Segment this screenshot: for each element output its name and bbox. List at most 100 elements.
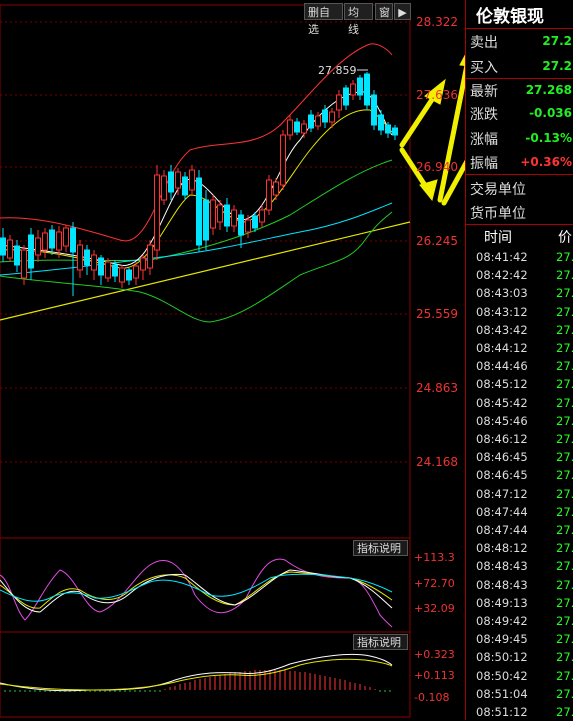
tick-price: 27. xyxy=(556,632,573,647)
price-axis-label: 25.559 xyxy=(416,307,458,321)
tick-row[interactable]: 08:49:42 27. xyxy=(466,612,573,630)
quote-label: 交易单位 xyxy=(470,182,526,198)
tick-time: 08:51:04 xyxy=(476,686,528,701)
macd-histogram xyxy=(4,670,391,692)
candle-down xyxy=(168,171,174,193)
tick-row[interactable]: 08:45:46 27. xyxy=(466,412,573,430)
tick-row[interactable]: 08:51:12 27. xyxy=(466,703,573,721)
candle-up xyxy=(140,257,146,271)
tick-row[interactable]: 08:49:45 27. xyxy=(466,630,573,648)
tick-time: 08:44:12 xyxy=(476,341,528,355)
quote-row: 振幅 +0.36% xyxy=(468,151,573,173)
price-axis-label: 26.245 xyxy=(416,234,458,248)
kline-chart[interactable]: 27.859 xyxy=(0,0,465,720)
tick-row[interactable]: 08:50:12 27. xyxy=(466,648,573,666)
tick-row[interactable]: 08:44:12 27. xyxy=(466,339,573,357)
tick-row[interactable]: 08:48:43 27. xyxy=(466,557,573,575)
tick-row[interactable]: 08:46:45 27. xyxy=(466,448,573,466)
tick-row[interactable]: 08:45:12 27. xyxy=(466,375,573,393)
indicator1-axis-mid: +72.70 xyxy=(414,577,455,590)
tick-price: 27. xyxy=(556,395,573,410)
quote-value: 27.2 xyxy=(542,34,572,48)
tick-price: 27. xyxy=(556,432,573,446)
candle-up xyxy=(245,219,251,233)
candle-up xyxy=(63,227,69,247)
tick-time: 08:48:43 xyxy=(476,559,528,574)
tick-price: 27. xyxy=(556,413,573,428)
indicator2-info-button[interactable]: 指标说明 xyxy=(353,634,408,650)
indicator1-info-button[interactable]: 指标说明 xyxy=(353,540,408,556)
candle-up xyxy=(301,123,307,134)
quote-row: 最新 27.268 xyxy=(468,79,573,101)
window-button[interactable]: 窗 xyxy=(375,3,393,20)
candle-down xyxy=(14,245,20,266)
chart-frame xyxy=(0,4,411,718)
tick-row[interactable]: 08:48:12 27. xyxy=(466,539,573,557)
candle-down xyxy=(196,177,202,246)
candle-up xyxy=(329,111,335,123)
candle-up xyxy=(217,204,223,223)
tick-time: 08:44:46 xyxy=(476,359,528,374)
candle-down xyxy=(112,264,118,277)
tick-price: 27. xyxy=(556,341,573,355)
candle-down xyxy=(98,257,104,276)
instrument-title: 伦敦银现 xyxy=(476,7,544,27)
tick-price: 27. xyxy=(556,577,573,592)
candle-down xyxy=(70,227,76,253)
delete-watchlist-button[interactable]: 删自选 xyxy=(304,3,343,36)
tick-row[interactable]: 08:47:44 27. xyxy=(466,521,573,539)
candle-up xyxy=(336,94,342,111)
candle-down xyxy=(182,176,188,196)
tick-row[interactable]: 08:48:43 27. xyxy=(466,576,573,594)
candle-up xyxy=(154,174,160,251)
arrow-right-icon[interactable]: ▶ xyxy=(394,3,411,20)
tick-row[interactable]: 08:43:12 27. xyxy=(466,303,573,321)
tick-time: 08:43:42 xyxy=(476,322,528,337)
tick-row[interactable]: 08:43:42 27. xyxy=(466,321,573,339)
tick-price: 27. xyxy=(556,523,573,537)
tick-row[interactable]: 08:50:42 27. xyxy=(466,667,573,685)
candle-down xyxy=(357,77,363,96)
quote-value: -0.13% xyxy=(525,131,572,145)
quote-label: 涨幅 xyxy=(470,132,498,148)
quote-row: 卖出 27.2 xyxy=(468,30,573,52)
tick-row[interactable]: 08:47:44 27. xyxy=(466,503,573,521)
candle-up xyxy=(119,267,125,283)
candle-down xyxy=(203,199,209,241)
tick-row[interactable]: 08:42:42 27. xyxy=(466,266,573,284)
tick-row[interactable]: 08:46:12 27. xyxy=(466,430,573,448)
tick-row[interactable]: 08:46:45 27. xyxy=(466,466,573,484)
tick-time: 08:46:45 xyxy=(476,450,528,465)
quote-value: +0.36% xyxy=(520,155,572,169)
tick-row[interactable]: 08:41:42 27. xyxy=(466,248,573,266)
divider xyxy=(466,28,573,29)
tick-price: 27. xyxy=(556,541,573,556)
tick-time: 08:42:42 xyxy=(476,268,528,283)
tick-row[interactable]: 08:43:03 27. xyxy=(466,284,573,302)
quote-label: 卖出 xyxy=(470,35,498,51)
candle-down xyxy=(0,237,6,256)
candle-up xyxy=(287,119,293,136)
tick-row[interactable]: 08:45:42 27. xyxy=(466,394,573,412)
time-column-header: 时间 xyxy=(484,230,512,246)
tick-row[interactable]: 08:51:04 27. xyxy=(466,685,573,703)
tick-price: 27. xyxy=(556,559,573,574)
tick-row[interactable]: 08:47:12 27. xyxy=(466,485,573,503)
candle-down xyxy=(126,269,132,281)
quote-row: 交易单位 xyxy=(468,177,573,199)
quote-label: 货币单位 xyxy=(470,206,526,222)
indicator1-axis-low: +32.09 xyxy=(414,602,455,615)
tick-row[interactable]: 08:49:13 27. xyxy=(466,594,573,612)
ma-line-button[interactable]: 均线 xyxy=(344,3,373,36)
candle-up xyxy=(161,175,167,201)
quote-label: 最新 xyxy=(470,84,498,100)
tick-row[interactable]: 08:44:46 27. xyxy=(466,357,573,375)
tick-time: 08:48:43 xyxy=(476,577,528,592)
tick-time: 08:43:12 xyxy=(476,304,528,319)
tick-time: 08:49:13 xyxy=(476,595,528,610)
candle-up xyxy=(315,115,321,127)
candle-up xyxy=(42,232,48,251)
price-column-header: 价 xyxy=(558,230,572,246)
candle-up xyxy=(147,244,153,269)
tick-price: 27. xyxy=(556,686,573,701)
